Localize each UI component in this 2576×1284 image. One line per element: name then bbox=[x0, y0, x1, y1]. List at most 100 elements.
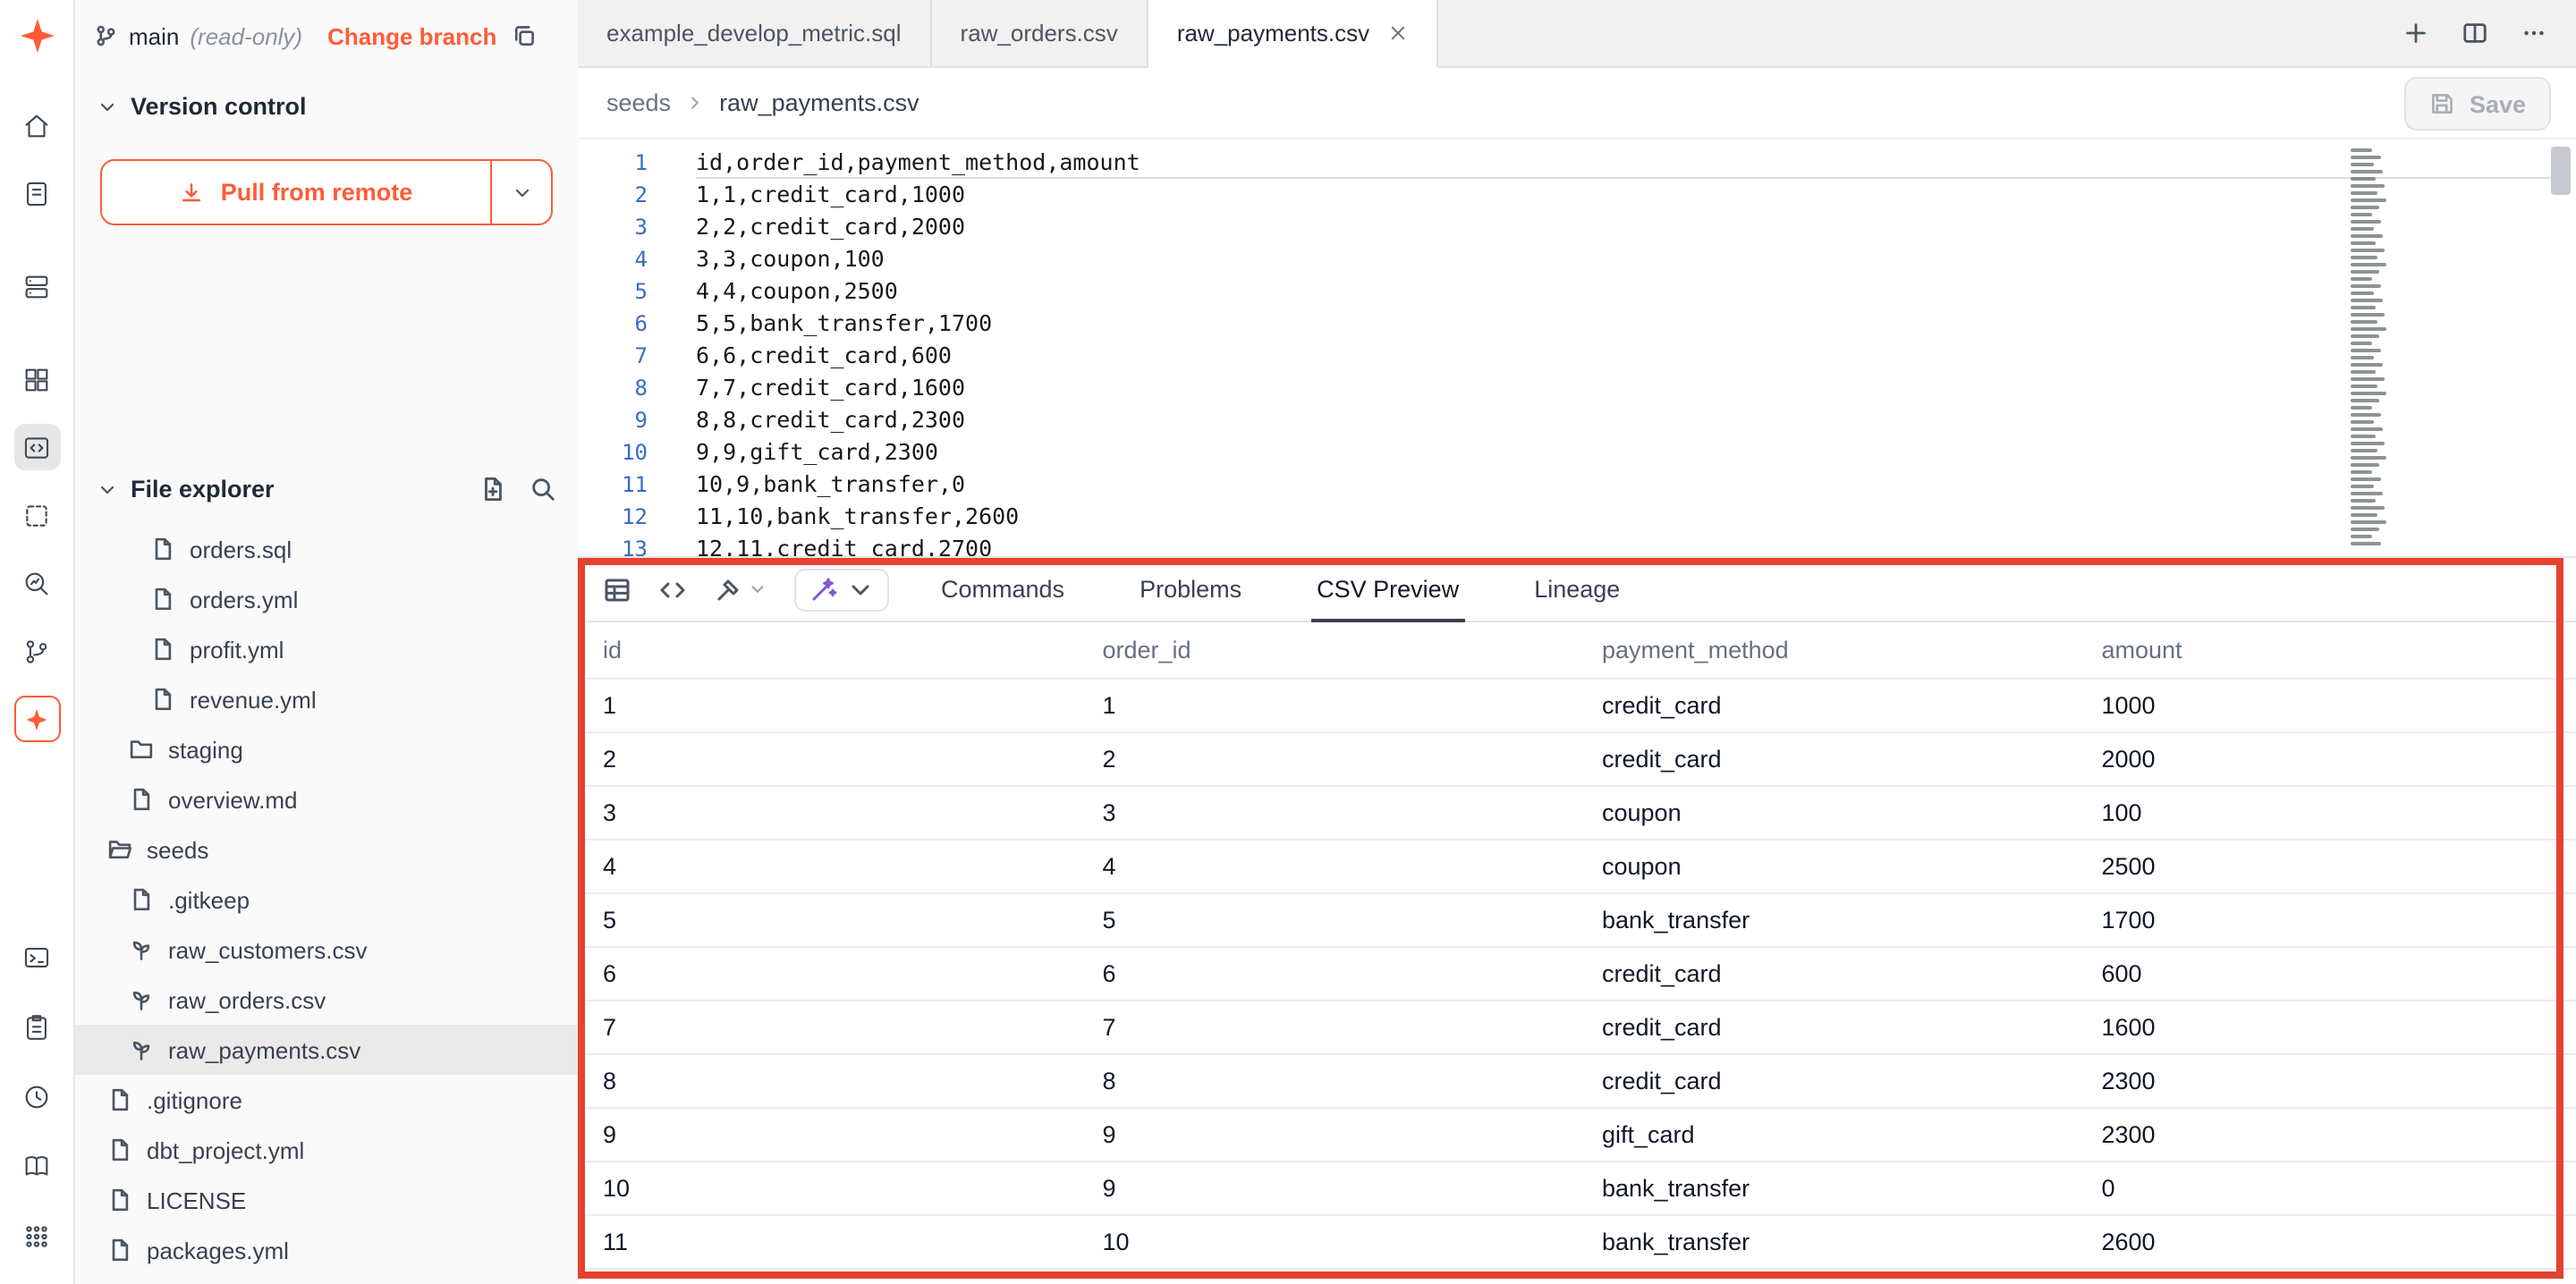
pull-from-remote-label: Pull from remote bbox=[221, 179, 413, 206]
format-button[interactable] bbox=[794, 568, 889, 611]
line-number: 6 bbox=[578, 308, 648, 340]
breadcrumb-parent[interactable]: seeds bbox=[606, 89, 671, 116]
editor-tab[interactable]: raw_payments.csv bbox=[1148, 0, 1437, 68]
table-cell: 1000 bbox=[2077, 678, 2576, 731]
chevron-down-icon bbox=[97, 96, 118, 117]
main-area: example_develop_metric.sqlraw_orders.csv… bbox=[578, 0, 2576, 1284]
file-item[interactable]: raw_payments.csv bbox=[75, 1025, 578, 1075]
editor-lines: 1id,order_id,payment_method,amount21,1,c… bbox=[578, 139, 2576, 556]
editor-tab[interactable]: example_develop_metric.sql bbox=[578, 0, 932, 66]
pull-options-caret[interactable] bbox=[492, 161, 551, 224]
file-item[interactable]: overview.md bbox=[75, 774, 578, 824]
warehouse-icon[interactable] bbox=[13, 263, 60, 309]
file-item[interactable]: profit.yml bbox=[75, 624, 578, 674]
save-button[interactable]: Save bbox=[2405, 77, 2551, 131]
line-number: 12 bbox=[578, 501, 648, 533]
file-item[interactable]: revenue.yml bbox=[75, 674, 578, 724]
file-icon bbox=[150, 536, 175, 562]
chevron-down-icon bbox=[97, 478, 118, 500]
minimap-line bbox=[2351, 220, 2381, 224]
split-editor-icon[interactable] bbox=[2462, 20, 2488, 46]
minimap-line bbox=[2351, 392, 2386, 395]
apps-icon[interactable] bbox=[13, 1212, 60, 1259]
dbt-orange-icon[interactable] bbox=[13, 696, 60, 742]
checklist-icon[interactable] bbox=[13, 1003, 60, 1050]
change-branch-link[interactable]: Change branch bbox=[327, 22, 496, 49]
table-row: 55bank_transfer1700 bbox=[578, 892, 2576, 946]
history-icon[interactable] bbox=[13, 1073, 60, 1119]
file-explorer-header[interactable]: File explorer bbox=[75, 476, 578, 503]
minimap-line bbox=[2351, 485, 2374, 488]
results-table-icon[interactable] bbox=[603, 575, 631, 604]
more-options-icon[interactable] bbox=[2521, 20, 2547, 46]
file-item[interactable]: orders.sql bbox=[75, 524, 578, 574]
minimap-line bbox=[2351, 299, 2383, 302]
pull-from-remote-button[interactable]: Pull from remote bbox=[100, 159, 553, 225]
file-item-label: .gitkeep bbox=[168, 886, 250, 913]
close-icon[interactable] bbox=[1387, 23, 1407, 43]
editor-scrollbar[interactable] bbox=[2551, 147, 2571, 195]
minimap-line bbox=[2351, 249, 2385, 252]
file-item[interactable]: orders.yml bbox=[75, 574, 578, 624]
file-item[interactable]: LICENSE bbox=[75, 1175, 578, 1225]
build-button[interactable] bbox=[714, 575, 767, 604]
new-tab-icon[interactable] bbox=[2402, 20, 2429, 46]
table-cell: 100 bbox=[2077, 785, 2576, 839]
git-branch-icon bbox=[93, 23, 118, 48]
file-icon bbox=[129, 787, 154, 812]
line-text: 7,7,credit_card,1600 bbox=[648, 372, 965, 404]
file-item[interactable]: .gitkeep bbox=[75, 874, 578, 925]
minimap-line bbox=[2351, 499, 2376, 503]
pull-from-remote-main[interactable]: Pull from remote bbox=[102, 161, 492, 224]
file-item[interactable]: staging bbox=[75, 724, 578, 774]
develop-icon[interactable] bbox=[13, 424, 60, 470]
code-editor[interactable]: 1id,order_id,payment_method,amount21,1,c… bbox=[578, 139, 2576, 556]
line-number: 4 bbox=[578, 243, 648, 275]
docs-icon[interactable] bbox=[13, 1143, 60, 1189]
line-number: 7 bbox=[578, 340, 648, 372]
minimap[interactable] bbox=[2351, 148, 2390, 549]
file-item[interactable]: .gitignore bbox=[75, 1075, 578, 1125]
explore-icon[interactable] bbox=[13, 560, 60, 606]
minimap-line bbox=[2351, 463, 2379, 467]
panel-tab-lineage[interactable]: Lineage bbox=[1529, 558, 1625, 621]
new-file-icon[interactable] bbox=[479, 476, 506, 503]
panel-tab-problems[interactable]: Problems bbox=[1134, 558, 1247, 621]
breadcrumb-current: raw_payments.csv bbox=[719, 89, 919, 116]
home-icon[interactable] bbox=[13, 102, 60, 148]
file-item[interactable]: packages.yml bbox=[75, 1225, 578, 1275]
line-text: 11,10,bank_transfer,2600 bbox=[648, 501, 1019, 533]
branch-icon[interactable] bbox=[13, 628, 60, 674]
copy-icon[interactable] bbox=[511, 23, 536, 48]
minimap-line bbox=[2351, 320, 2377, 324]
file-item-label: LICENSE bbox=[147, 1187, 246, 1213]
editor-line: 109,9,gift_card,2300 bbox=[578, 436, 2576, 469]
editor-line: 54,4,coupon,2500 bbox=[578, 275, 2576, 308]
version-control-header[interactable]: Version control bbox=[75, 93, 578, 120]
editor-tab[interactable]: raw_orders.csv bbox=[932, 0, 1148, 66]
terminal-icon[interactable] bbox=[13, 933, 60, 980]
canvas-icon[interactable] bbox=[13, 492, 60, 538]
file-item[interactable]: seeds bbox=[75, 824, 578, 874]
file-item[interactable]: dbt_project.yml bbox=[75, 1125, 578, 1175]
csv-header-row: idorder_idpayment_methodamount bbox=[578, 622, 2576, 678]
minimap-line bbox=[2351, 456, 2386, 460]
file-item[interactable]: raw_orders.csv bbox=[75, 975, 578, 1025]
search-icon[interactable] bbox=[530, 476, 556, 503]
table-cell: 2500 bbox=[2077, 839, 2576, 892]
grid-icon[interactable] bbox=[13, 356, 60, 402]
panel-tab-commands[interactable]: Commands bbox=[936, 558, 1070, 621]
editor-line: 1id,order_id,payment_method,amount bbox=[578, 147, 2576, 179]
panel-tab-csv-preview[interactable]: CSV Preview bbox=[1311, 558, 1464, 621]
rail-bottom bbox=[0, 933, 73, 1259]
dbt-logo-icon[interactable] bbox=[13, 13, 60, 59]
table-cell: 2 bbox=[578, 731, 1078, 785]
table-row: 11credit_card1000 bbox=[578, 678, 2576, 731]
minimap-line bbox=[2351, 191, 2377, 195]
compiled-code-icon[interactable] bbox=[658, 575, 687, 604]
table-cell: 5 bbox=[578, 892, 1078, 946]
notebook-icon[interactable] bbox=[13, 170, 60, 216]
table-row: 99gift_card2300 bbox=[578, 1107, 2576, 1161]
file-item[interactable]: raw_customers.csv bbox=[75, 925, 578, 975]
minimap-line bbox=[2351, 241, 2376, 245]
